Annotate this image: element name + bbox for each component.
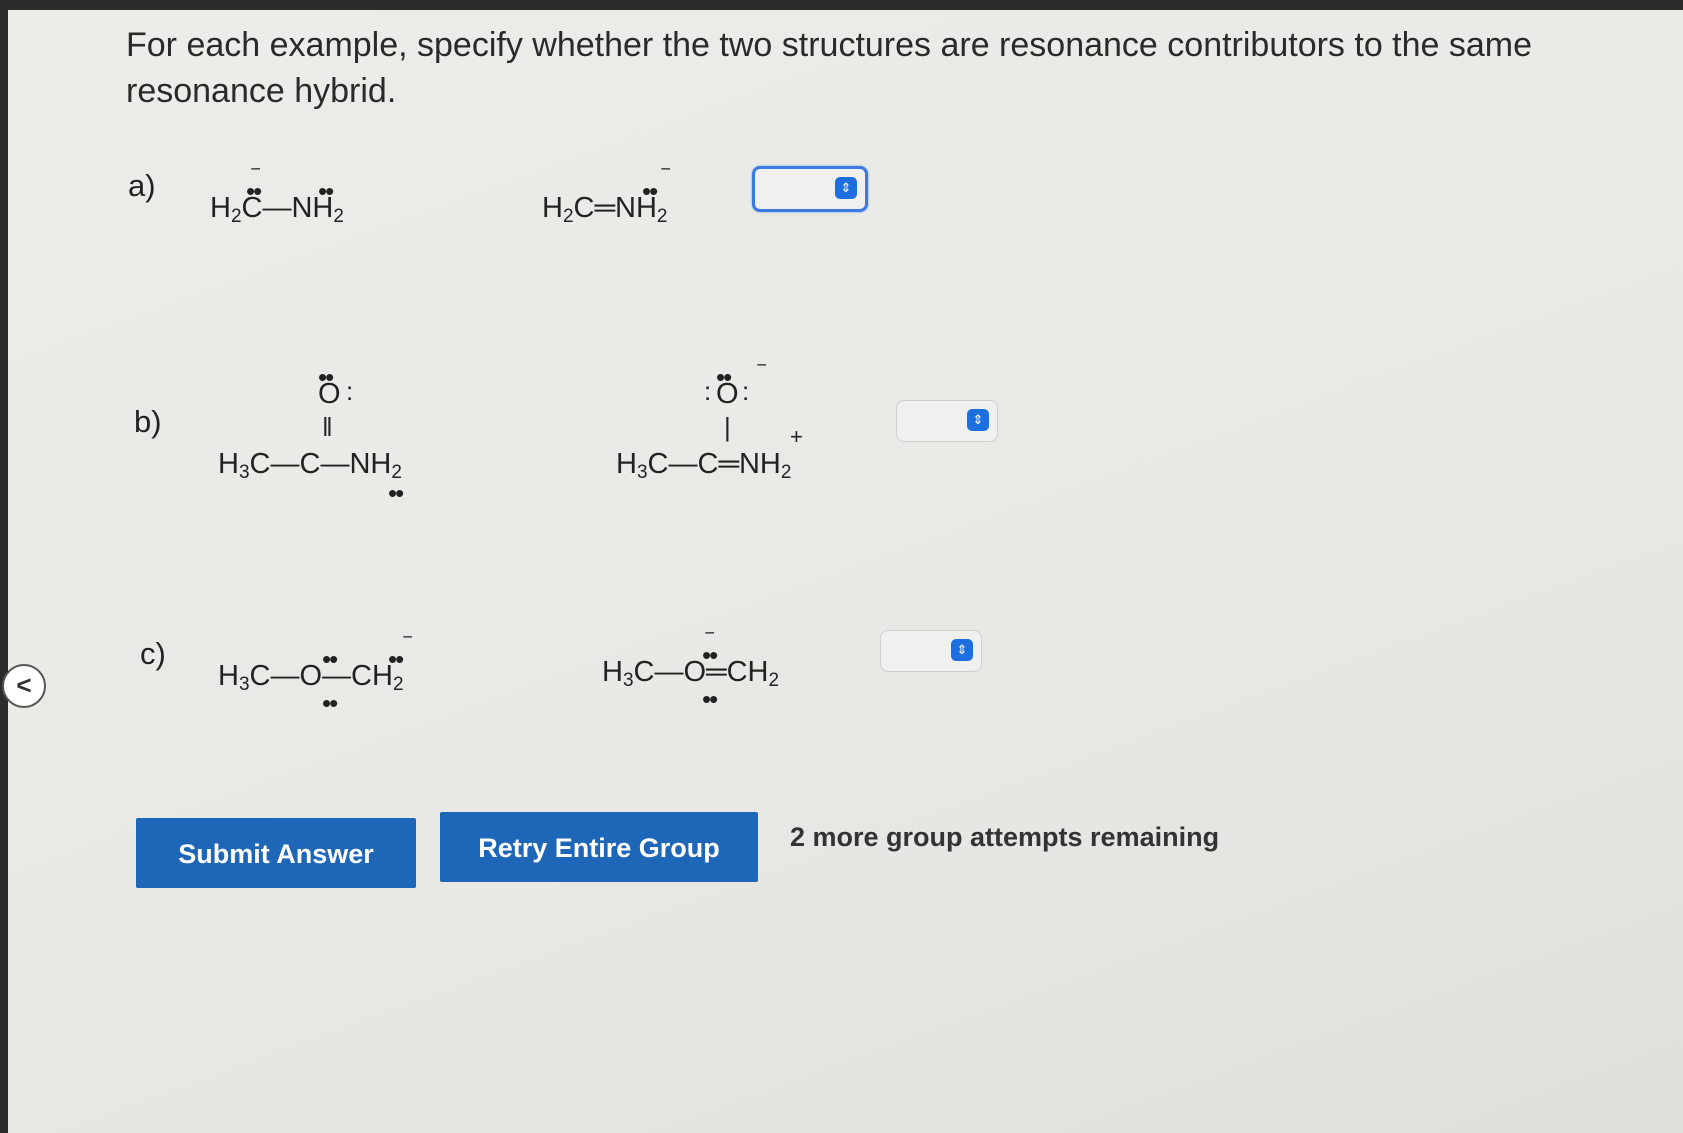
answer-select-c[interactable]: ⇕ [880,630,982,672]
left-edge [0,0,8,1133]
back-chevron-icon[interactable]: < [2,664,46,708]
retry-entire-group-button[interactable]: Retry Entire Group [440,812,758,882]
chevron-updown-icon: ⇕ [835,177,857,199]
answer-select-b[interactable]: ⇕ [896,400,998,442]
part-label-c: c) [140,636,166,671]
top-bar [0,0,1683,10]
submit-answer-button[interactable]: Submit Answer [136,818,416,888]
attempts-remaining: 2 more group attempts remaining [790,822,1220,852]
chevron-updown-icon: ⇕ [951,639,973,661]
question-text: For each example, specify whether the tw… [126,26,1533,110]
chevron-updown-icon: ⇕ [967,409,989,431]
part-label-b: b) [134,404,162,439]
part-label-a: a) [128,168,156,203]
answer-select-a[interactable]: ⇕ [752,166,868,212]
